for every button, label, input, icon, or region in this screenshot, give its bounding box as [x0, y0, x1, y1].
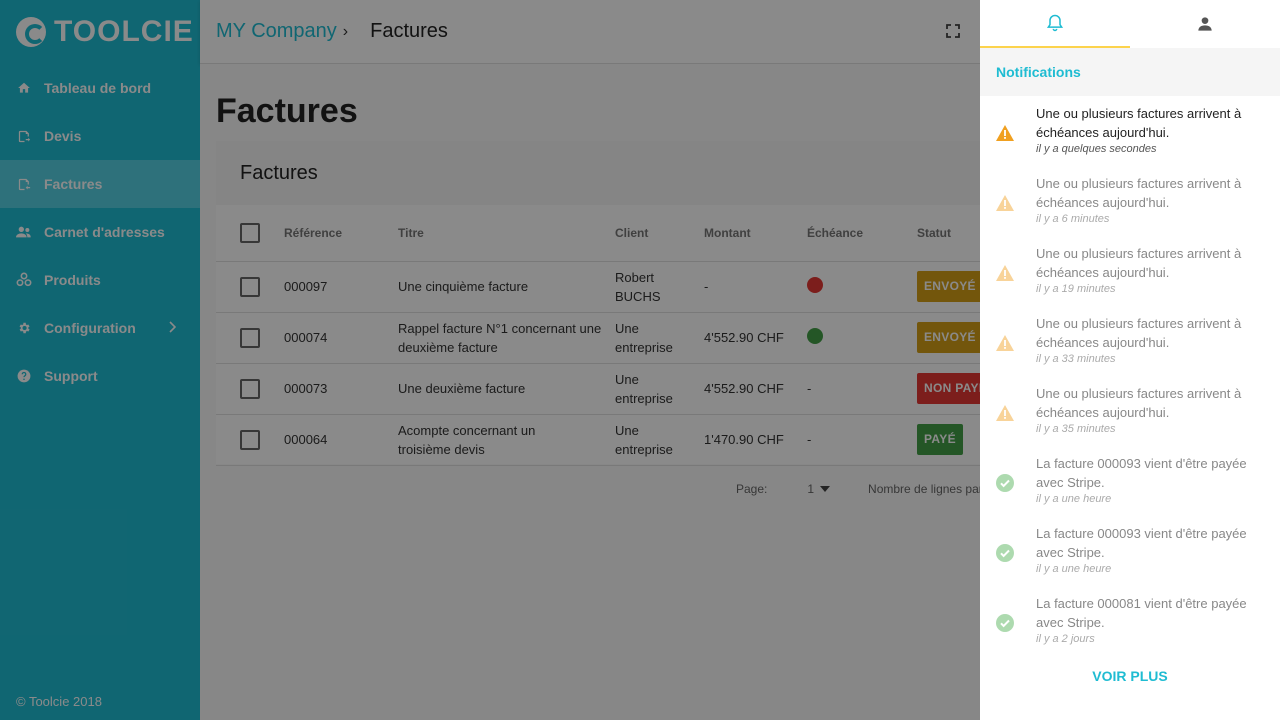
- notification-time: il y a une heure: [1036, 493, 1112, 505]
- user-icon: [1198, 17, 1212, 31]
- notification-time: il y a 19 minutes: [1036, 283, 1116, 295]
- warning-icon: [996, 264, 1014, 282]
- notification-time: il y a quelques secondes: [1036, 143, 1157, 155]
- notification-item[interactable]: Une ou plusieurs factures arrivent à éch…: [980, 376, 1280, 446]
- notification-item[interactable]: Une ou plusieurs factures arrivent à éch…: [980, 236, 1280, 306]
- modal-backdrop[interactable]: [0, 0, 980, 720]
- notifications-list: Une ou plusieurs factures arrivent à éch…: [980, 96, 1280, 656]
- notification-text: Une ou plusieurs factures arrivent à éch…: [1036, 246, 1242, 280]
- notification-item[interactable]: Une ou plusieurs factures arrivent à éch…: [980, 166, 1280, 236]
- notifications-drawer: Notifications Une ou plusieurs factures …: [980, 0, 1280, 720]
- tab-notifications[interactable]: [980, 0, 1130, 48]
- notifications-title: Notifications: [980, 48, 1280, 96]
- bell-icon: [1046, 14, 1064, 32]
- notification-text: Une ou plusieurs factures arrivent à éch…: [1036, 106, 1242, 140]
- notification-time: il y a 33 minutes: [1036, 353, 1116, 365]
- check-circle-icon: [996, 474, 1014, 492]
- notification-item[interactable]: La facture 000093 vient d'être payée ave…: [980, 446, 1280, 516]
- notification-text: Une ou plusieurs factures arrivent à éch…: [1036, 176, 1242, 210]
- notification-item[interactable]: Une ou plusieurs factures arrivent à éch…: [980, 306, 1280, 376]
- tab-profile[interactable]: [1130, 0, 1280, 48]
- notification-time: il y a 6 minutes: [1036, 213, 1110, 225]
- notification-item[interactable]: La facture 000081 vient d'être payée ave…: [980, 586, 1280, 656]
- notification-item[interactable]: Une ou plusieurs factures arrivent à éch…: [980, 96, 1280, 166]
- warning-icon: [996, 124, 1014, 142]
- notification-text: La facture 000093 vient d'être payée ave…: [1036, 526, 1247, 560]
- drawer-tabs: [980, 0, 1280, 48]
- notification-text: La facture 000081 vient d'être payée ave…: [1036, 596, 1247, 630]
- notification-item[interactable]: La facture 000093 vient d'être payée ave…: [980, 516, 1280, 586]
- see-more-button[interactable]: VOIR PLUS: [980, 668, 1280, 692]
- check-circle-icon: [996, 614, 1014, 632]
- warning-icon: [996, 194, 1014, 212]
- notification-text: Une ou plusieurs factures arrivent à éch…: [1036, 386, 1242, 420]
- notification-time: il y a une heure: [1036, 563, 1112, 575]
- warning-icon: [996, 334, 1014, 352]
- warning-icon: [996, 404, 1014, 422]
- notification-text: La facture 000093 vient d'être payée ave…: [1036, 456, 1247, 490]
- check-circle-icon: [996, 544, 1014, 562]
- notification-time: il y a 2 jours: [1036, 633, 1095, 645]
- notification-text: Une ou plusieurs factures arrivent à éch…: [1036, 316, 1242, 350]
- notification-time: il y a 35 minutes: [1036, 423, 1116, 435]
